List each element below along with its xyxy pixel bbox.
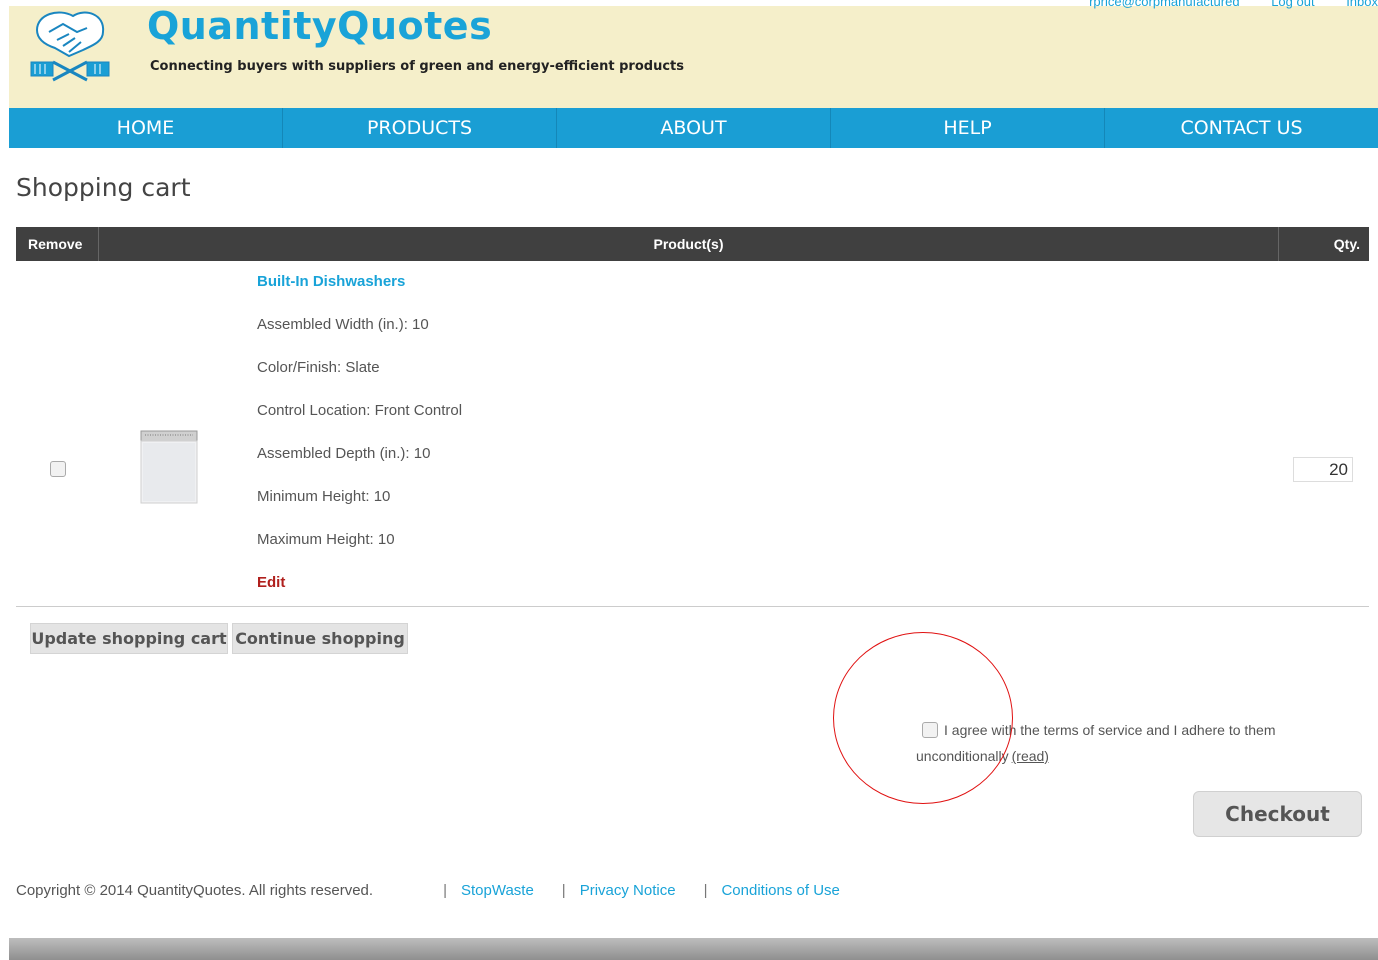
site-header: QuantityQuotes Connecting buyers with su… bbox=[9, 0, 1378, 108]
remove-checkbox[interactable] bbox=[50, 461, 66, 477]
inbox-link[interactable]: Inbox bbox=[1346, 0, 1378, 9]
bottom-bar bbox=[9, 938, 1378, 960]
footer-link-privacy[interactable]: Privacy Notice bbox=[580, 882, 676, 899]
product-attributes: Built-In Dishwashers Assembled Width (in… bbox=[257, 273, 462, 617]
checkout-button[interactable]: Checkout bbox=[1193, 791, 1362, 837]
attr-depth: Assembled Depth (in.): 10 bbox=[257, 445, 431, 462]
top-links: rprice@corpmanufactured Log out Inbox bbox=[1061, 0, 1378, 9]
footer-separator: | bbox=[703, 882, 708, 899]
attr-width: Assembled Width (in.): 10 bbox=[257, 316, 429, 333]
header-products: Product(s) bbox=[99, 227, 1279, 261]
product-name-link[interactable]: Built-In Dishwashers bbox=[257, 273, 405, 290]
nav-contact-us[interactable]: CONTACT US bbox=[1105, 108, 1378, 148]
annotation-circle bbox=[833, 632, 1013, 804]
header-remove: Remove bbox=[16, 227, 99, 261]
update-cart-button[interactable]: Update shopping cart bbox=[30, 623, 228, 654]
dishwasher-image[interactable] bbox=[137, 429, 201, 507]
header-qty: Qty. bbox=[1333, 236, 1360, 252]
cart-table-header: Remove Product(s) Qty. bbox=[16, 227, 1369, 261]
tagline: Connecting buyers with suppliers of gree… bbox=[150, 59, 684, 74]
table-row: Built-In Dishwashers Assembled Width (in… bbox=[16, 261, 1369, 607]
copyright-text: Copyright © 2014 QuantityQuotes. All rig… bbox=[16, 882, 374, 899]
footer-separator: | bbox=[561, 882, 566, 899]
attr-max-height: Maximum Height: 10 bbox=[257, 531, 395, 548]
logout-link[interactable]: Log out bbox=[1271, 0, 1314, 9]
attr-control-location: Control Location: Front Control bbox=[257, 402, 463, 419]
terms-read-link[interactable]: (read) bbox=[1012, 748, 1049, 764]
page-title: Shopping cart bbox=[16, 173, 191, 202]
attr-color: Color/Finish: Slate bbox=[257, 359, 380, 376]
user-email-link[interactable]: rprice@corpmanufactured bbox=[1089, 0, 1239, 9]
nav-about[interactable]: ABOUT bbox=[557, 108, 831, 148]
edit-link[interactable]: Edit bbox=[257, 574, 285, 591]
footer: Copyright © 2014 QuantityQuotes. All rig… bbox=[16, 882, 840, 899]
footer-separator: | bbox=[443, 882, 447, 899]
attr-min-height: Minimum Height: 10 bbox=[257, 488, 391, 505]
qty-input[interactable] bbox=[1293, 457, 1353, 482]
brand-name[interactable]: QuantityQuotes bbox=[147, 4, 492, 48]
handshake-logo-icon bbox=[30, 11, 110, 82]
footer-link-stopwaste[interactable]: StopWaste bbox=[461, 882, 534, 899]
nav-products[interactable]: PRODUCTS bbox=[283, 108, 557, 148]
nav-home[interactable]: HOME bbox=[9, 108, 283, 148]
main-nav: HOME PRODUCTS ABOUT HELP CONTACT US bbox=[9, 108, 1378, 148]
footer-link-conditions[interactable]: Conditions of Use bbox=[721, 882, 839, 899]
cart-table: Remove Product(s) Qty. Built-In Dishwash… bbox=[16, 227, 1369, 607]
nav-help[interactable]: HELP bbox=[831, 108, 1105, 148]
continue-shopping-button[interactable]: Continue shopping bbox=[232, 623, 408, 654]
